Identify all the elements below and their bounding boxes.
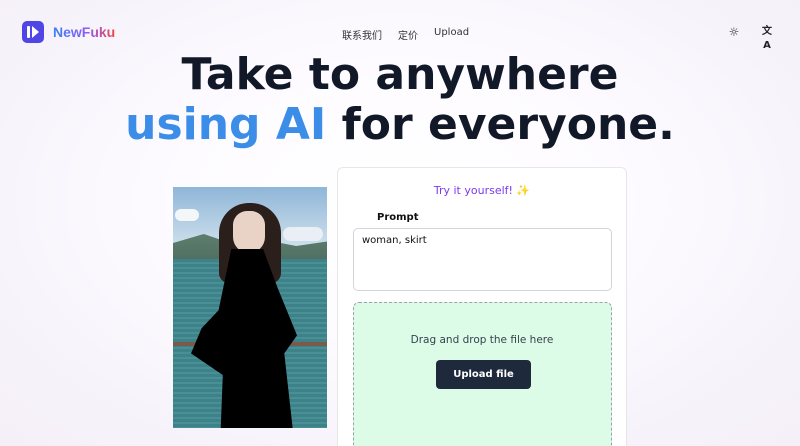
try-panel: Try it yourself! ✨ Prompt woman, skirt D… — [337, 167, 627, 446]
dropzone-text: Drag and drop the file here — [410, 334, 554, 346]
prompt-label: Prompt — [377, 212, 419, 223]
hero-line-2: using AI for everyone. — [0, 100, 800, 150]
hero-line-1: Take to anywhere — [181, 49, 619, 100]
hero-line-2-rest: for everyone. — [326, 99, 675, 150]
nav-pricing-link[interactable]: 定价 — [398, 27, 418, 42]
nav-contact-link[interactable]: 联系我们 — [342, 27, 382, 42]
logo-icon — [22, 21, 44, 43]
try-heading: Try it yourself! ✨ — [433, 184, 531, 197]
top-nav: 联系我们 定价 Upload — [342, 27, 469, 42]
translate-icon[interactable]: 文A — [760, 25, 774, 51]
brand-logo[interactable]: NewFuku — [22, 21, 115, 43]
brand-name: NewFuku — [53, 24, 116, 40]
hero-title: Take to anywhere using AI for everyone. — [0, 50, 800, 150]
hero-accent: using AI — [125, 99, 327, 150]
nav-upload-link[interactable]: Upload — [434, 27, 469, 42]
file-dropzone[interactable]: Drag and drop the file here Upload file — [353, 302, 612, 446]
upload-file-button[interactable]: Upload file — [436, 360, 531, 389]
sun-icon[interactable]: ☼ — [727, 25, 741, 39]
preview-image — [173, 187, 327, 428]
prompt-input[interactable]: woman, skirt — [353, 228, 612, 291]
